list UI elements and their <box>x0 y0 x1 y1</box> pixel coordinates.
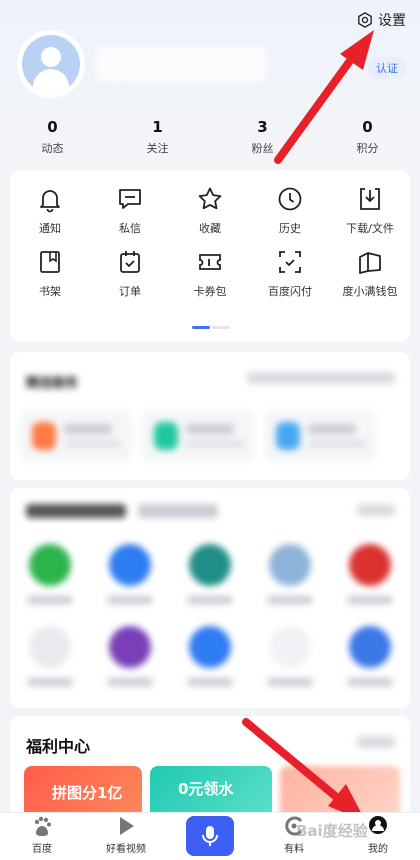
tool-wallet[interactable]: 度小满钱包 <box>330 248 410 299</box>
tool-orders[interactable]: 订单 <box>90 248 170 299</box>
welfare-card: 福利中心 拼图分1亿 0元领水 <box>10 716 410 826</box>
promo-label: 0元领水 <box>178 780 234 798</box>
settings-button[interactable]: 设置 <box>356 10 406 30</box>
mic-icon <box>202 826 218 846</box>
welfare-title: 福利中心 <box>26 737 91 756</box>
tab-label: 我的 <box>368 844 388 855</box>
services-title: 精选服务 <box>26 376 79 391</box>
tool-label: 通知 <box>39 222 61 235</box>
order-icon <box>120 251 140 273</box>
tab-label: 有料 <box>284 844 304 855</box>
coupon-icon <box>199 254 221 270</box>
tool-label: 订单 <box>119 285 141 298</box>
tool-label: 下载/文件 <box>346 222 394 235</box>
bell-icon <box>40 190 60 213</box>
stat-dynamics[interactable]: 0 动态 <box>0 118 105 156</box>
tool-label: 百度闪付 <box>268 285 312 298</box>
mini-programs-subtitle-blurred <box>138 504 218 518</box>
tool-label: 书架 <box>39 285 61 298</box>
tab-haokan-video[interactable]: 好看视频 <box>84 813 168 860</box>
download-icon <box>360 188 380 210</box>
stat-value: 0 <box>47 118 58 136</box>
mini-program-item[interactable] <box>250 544 330 604</box>
stat-fans[interactable]: 3 粉丝 <box>210 118 315 156</box>
wallet-icon <box>359 252 381 274</box>
avatar[interactable] <box>19 32 83 96</box>
tool-label: 收藏 <box>199 222 221 235</box>
username-blurred <box>96 46 266 82</box>
mini-programs-title-blurred <box>26 504 126 518</box>
service-tile[interactable] <box>142 410 254 462</box>
stat-value: 0 <box>362 118 373 136</box>
tool-label: 私信 <box>119 222 141 235</box>
baidu-paw-icon <box>34 816 51 836</box>
settings-label: 设置 <box>378 13 406 29</box>
voice-search-button[interactable] <box>186 816 234 856</box>
clock-icon <box>278 187 302 211</box>
mini-program-item[interactable] <box>90 544 170 604</box>
message-icon <box>119 189 141 209</box>
tool-label: 度小满钱包 <box>342 285 398 298</box>
tab-label: 好看视频 <box>106 844 146 855</box>
tool-messages[interactable]: 私信 <box>90 185 170 236</box>
services-more-blurred <box>246 372 396 384</box>
play-icon <box>120 817 134 835</box>
tools-page-indicator <box>192 326 230 329</box>
mini-program-item[interactable] <box>10 626 90 686</box>
tab-baidu[interactable]: 百度 <box>0 813 84 860</box>
tab-label: 百度 <box>32 844 52 855</box>
stats-row: 0 动态 1 关注 3 粉丝 0 积分 <box>0 118 420 156</box>
tool-baidu-pay[interactable]: 百度闪付 <box>250 248 330 299</box>
tool-label: 卡券包 <box>193 285 227 298</box>
tool-history[interactable]: 历史 <box>250 185 330 236</box>
verify-badge[interactable]: 认证 <box>368 57 406 79</box>
stat-label: 关注 <box>146 142 169 155</box>
tool-label: 历史 <box>279 222 301 235</box>
stat-following[interactable]: 1 关注 <box>105 118 210 156</box>
mini-program-item[interactable] <box>330 626 410 686</box>
watermark: Bai度经验 <box>296 822 368 840</box>
mini-program-item[interactable] <box>170 626 250 686</box>
mini-programs-more-blurred <box>356 504 396 516</box>
profile-icon <box>369 816 387 834</box>
promo-label: 拼图分1亿 <box>52 784 123 802</box>
service-tile[interactable] <box>264 410 376 462</box>
avatar-placeholder-icon <box>22 35 80 93</box>
mini-program-item[interactable] <box>170 544 250 604</box>
stat-points[interactable]: 0 积分 <box>315 118 420 156</box>
services-card: 精选服务 <box>10 352 410 480</box>
mini-programs-card <box>10 488 410 708</box>
mini-program-item[interactable] <box>90 626 170 686</box>
stat-value: 1 <box>152 118 163 136</box>
stat-value: 3 <box>257 118 268 136</box>
welfare-more-blurred <box>356 736 396 748</box>
mini-program-item[interactable] <box>250 626 330 686</box>
tool-downloads[interactable]: 下载/文件 <box>330 185 410 236</box>
scan-pay-icon <box>279 251 301 273</box>
stat-label: 积分 <box>356 142 379 155</box>
tools-card: 通知 私信 收藏 历史 下载/文件 书架 订单 卡券包 百度闪付 度小满钱包 <box>10 170 410 342</box>
star-icon <box>198 187 222 210</box>
stat-label: 动态 <box>41 142 64 155</box>
tool-favorites[interactable]: 收藏 <box>170 185 250 236</box>
tool-bookshelf[interactable]: 书架 <box>10 248 90 299</box>
stat-label: 粉丝 <box>251 142 274 155</box>
tool-notifications[interactable]: 通知 <box>10 185 90 236</box>
service-tile[interactable] <box>20 410 132 462</box>
mini-program-item[interactable] <box>330 544 410 604</box>
gear-icon <box>358 12 372 28</box>
tool-coupons[interactable]: 卡券包 <box>170 248 250 299</box>
mini-program-item[interactable] <box>10 544 90 604</box>
bookshelf-icon <box>40 251 60 273</box>
profile-header: 设置 认证 0 动态 1 关注 3 粉丝 0 积分 <box>0 0 420 170</box>
